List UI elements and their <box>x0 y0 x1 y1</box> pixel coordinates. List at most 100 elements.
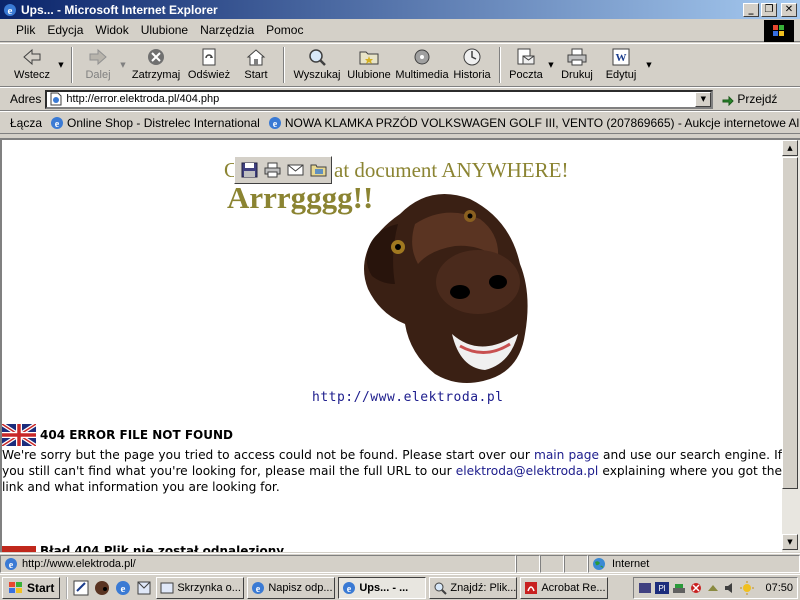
favorites-button[interactable]: Ulubione <box>344 44 394 86</box>
refresh-label: Odśwież <box>187 69 231 81</box>
status-bar: e http://www.elektroda.pl/ Internet <box>0 553 800 573</box>
maximize-button[interactable]: ❐ <box>761 2 777 17</box>
task-znajdz[interactable]: Znajdź: Plik... <box>429 576 518 599</box>
title-bar: e Ups... - Microsoft Internet Explorer _… <box>0 0 800 19</box>
search-button[interactable]: Wyszukaj <box>290 44 344 86</box>
stop-button[interactable]: Zatrzymaj <box>128 44 184 86</box>
stop-icon <box>148 49 164 65</box>
home-button[interactable]: Start <box>234 44 278 86</box>
taskbar: Start e Skrzynka o... e Napisz odp... e … <box>0 574 800 600</box>
link-distrelec[interactable]: e Online Shop - Distrelec International <box>46 116 264 130</box>
forward-dropdown-icon[interactable]: ▼ <box>118 44 128 86</box>
status-cell <box>564 554 588 573</box>
mail-dropdown-icon[interactable]: ▼ <box>546 44 556 86</box>
ie-task-icon: e <box>343 581 356 595</box>
page-exclaim: Arrrgggg!! <box>227 180 374 215</box>
svg-text:e: e <box>121 583 126 595</box>
word-edit-icon: W <box>612 48 630 66</box>
back-dropdown-icon[interactable]: ▼ <box>56 44 66 86</box>
save-image-icon[interactable] <box>241 162 258 178</box>
header-suffix: at document ANYWHERE! <box>334 158 569 182</box>
status-text: http://www.elektroda.pl/ <box>22 557 136 570</box>
polish-error-heading: Błąd 404 Plik nie został odnaleziony <box>2 538 284 552</box>
history-button[interactable]: Historia <box>450 44 494 86</box>
link-allegro[interactable]: e NOWA KLAMKA PRZÓD VOLKSWAGEN GOLF III,… <box>264 116 800 130</box>
svg-text:e: e <box>256 584 261 595</box>
elektroda-site-link[interactable]: http://www.elektroda.pl <box>312 390 504 405</box>
menu-widok[interactable]: Widok <box>89 23 134 37</box>
links-bar: Łącza e Online Shop - Distrelec Internat… <box>0 111 800 134</box>
menu-plik[interactable]: Plik <box>10 23 41 37</box>
ie-page-icon: e <box>268 116 281 130</box>
error-heading: 404 ERROR FILE NOT FOUND <box>2 424 233 446</box>
edit-button[interactable]: W Edytuj <box>598 44 644 86</box>
connection-icon[interactable] <box>706 581 720 595</box>
close-button[interactable]: ✕ <box>781 2 797 17</box>
svg-text:e: e <box>273 119 278 130</box>
mail-button[interactable]: Poczta <box>506 44 546 86</box>
task-skrzynka[interactable]: Skrzynka o... <box>156 576 245 599</box>
toolbar-separator <box>499 47 501 83</box>
menu-edycja[interactable]: Edycja <box>41 23 89 37</box>
favorites-folder-icon <box>359 51 379 65</box>
dog-quick-launch-icon[interactable] <box>93 579 111 597</box>
media-button[interactable]: Multimedia <box>394 44 450 86</box>
task-ups[interactable]: e Ups... - ... <box>338 576 427 599</box>
word-quick-launch-icon[interactable] <box>72 579 90 597</box>
menu-ulubione[interactable]: Ulubione <box>135 23 194 37</box>
address-label: Adres <box>10 92 42 106</box>
search-icon <box>309 49 326 66</box>
tray-app-icon[interactable] <box>638 581 652 595</box>
vertical-scrollbar[interactable]: ▲ ▼ <box>782 138 800 552</box>
back-button[interactable]: Wstecz <box>8 44 56 86</box>
language-indicator-icon[interactable]: Pl <box>655 581 670 595</box>
windows-throbber-icon <box>764 20 794 42</box>
speaker-icon[interactable] <box>723 581 737 595</box>
refresh-button[interactable]: Odśwież <box>184 44 234 86</box>
start-button[interactable]: Start <box>2 576 61 599</box>
task-acrobat[interactable]: Acrobat Re... <box>520 576 609 599</box>
address-dropdown-icon[interactable]: ▼ <box>695 91 712 107</box>
task-skrzynka-label: Skrzynka o... <box>177 581 241 594</box>
printer-icon <box>567 48 587 66</box>
clock[interactable]: 07:50 <box>765 582 793 594</box>
main-page-link[interactable]: main page <box>534 448 599 462</box>
ie-quick-launch-icon[interactable]: e <box>114 579 132 597</box>
home-icon <box>246 49 266 66</box>
window-title: Ups... - Microsoft Internet Explorer <box>21 2 218 17</box>
zone-label: Internet <box>612 557 650 570</box>
minimize-button[interactable]: _ <box>743 2 759 17</box>
svg-text:e: e <box>9 560 14 571</box>
error-message: We're sorry but the page you tried to ac… <box>2 447 782 495</box>
menu-pomoc[interactable]: Pomoc <box>260 23 309 37</box>
go-button[interactable]: Przejdź <box>721 92 777 106</box>
address-input[interactable]: http://error.elektroda.pl/404.php ▼ <box>45 89 714 109</box>
forward-label: Dalej <box>85 69 111 81</box>
task-ups-label: Ups... - ... <box>359 581 409 594</box>
dog-image <box>364 194 528 383</box>
email-link[interactable]: elektroda@elektroda.pl <box>456 464 598 478</box>
sun-tray-icon[interactable] <box>740 580 755 595</box>
security-zone-cell: Internet <box>588 554 800 573</box>
menu-narzedzia[interactable]: Narzędzia <box>194 23 260 37</box>
print-image-icon[interactable] <box>264 162 281 178</box>
scroll-down-icon[interactable]: ▼ <box>782 534 798 550</box>
network-icon[interactable] <box>672 581 686 595</box>
go-arrow-icon <box>722 95 735 106</box>
outlook-quick-launch-icon[interactable] <box>135 579 153 597</box>
scroll-up-icon[interactable]: ▲ <box>782 140 798 156</box>
antivirus-icon[interactable] <box>689 581 703 595</box>
print-button[interactable]: Drukuj <box>556 44 598 86</box>
scroll-thumb[interactable] <box>782 157 798 489</box>
forward-button[interactable]: Dalej <box>78 44 118 86</box>
edit-label: Edytuj <box>605 69 637 81</box>
search-task-icon <box>434 582 448 595</box>
email-image-icon[interactable] <box>287 162 304 178</box>
link-allegro-label: NOWA KLAMKA PRZÓD VOLKSWAGEN GOLF III, V… <box>284 115 800 130</box>
my-pictures-icon[interactable] <box>310 162 327 178</box>
ie-page-icon: e <box>51 116 64 130</box>
edit-dropdown-icon[interactable]: ▼ <box>644 44 654 86</box>
task-napisz[interactable]: e Napisz odp... <box>247 576 336 599</box>
link-distrelec-label: Online Shop - Distrelec International <box>67 115 260 130</box>
refresh-icon <box>202 48 216 66</box>
